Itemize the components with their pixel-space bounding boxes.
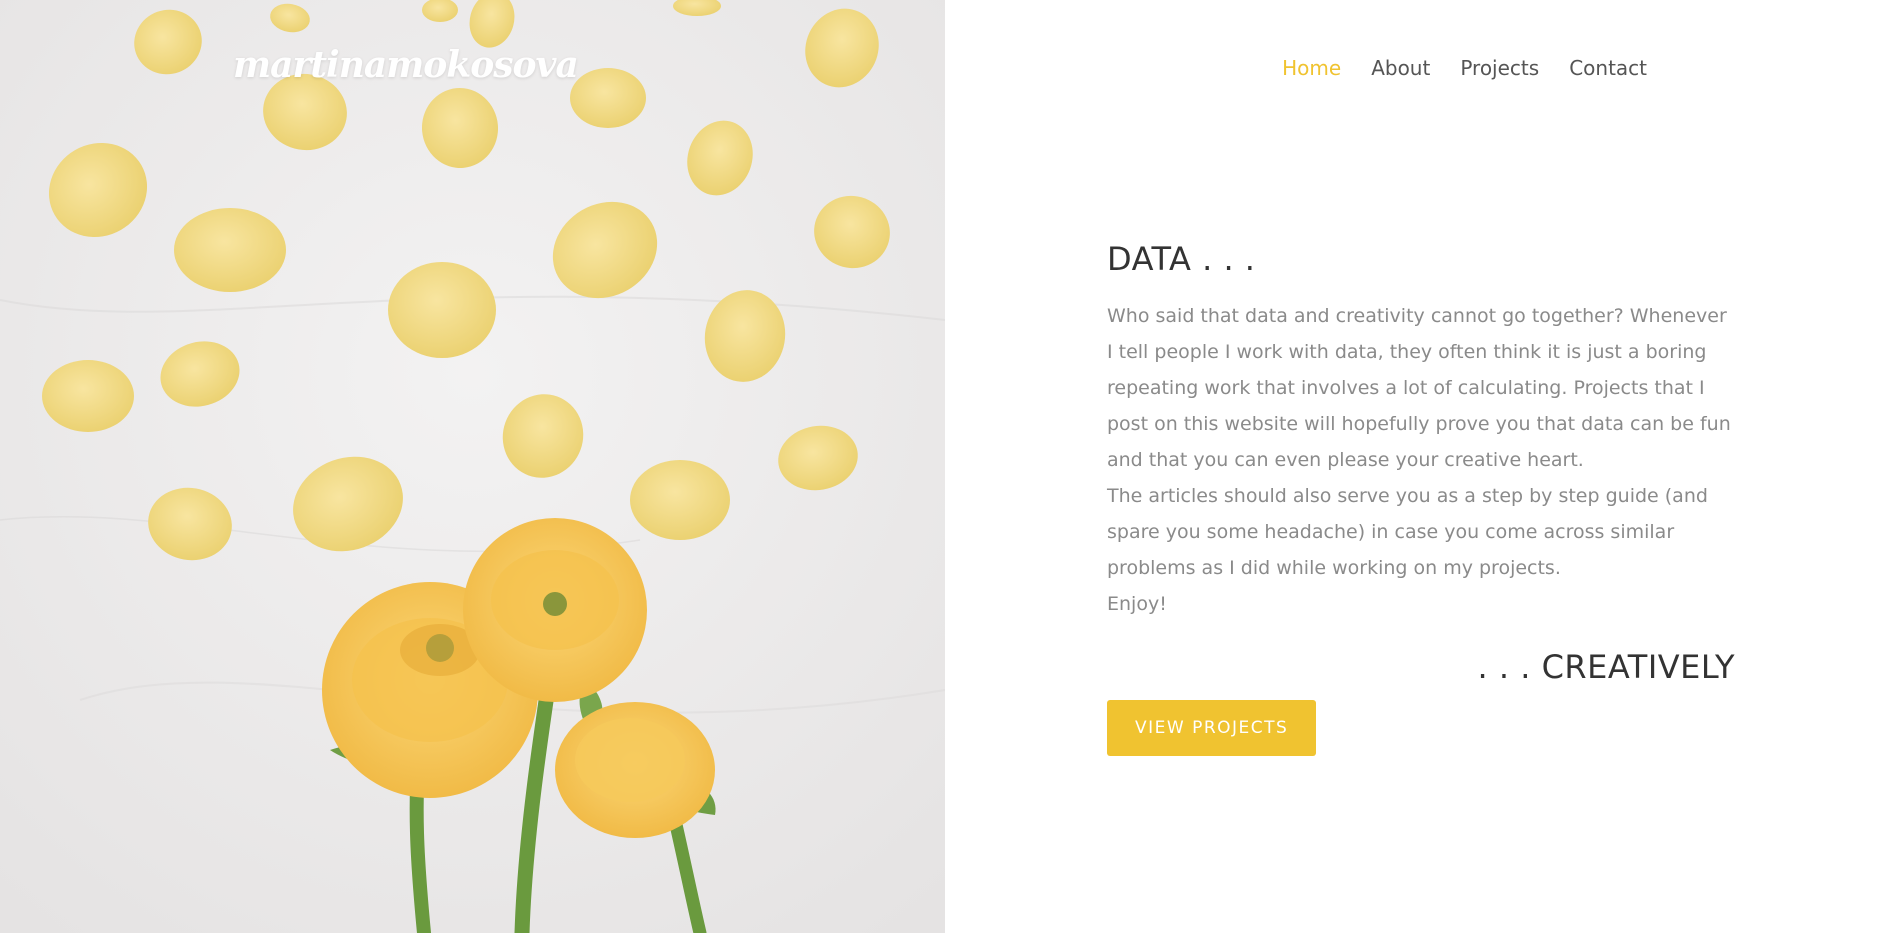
intro-text: Who said that data and creativity cannot… (1107, 298, 1735, 622)
nav-link-contact[interactable]: Contact (1569, 56, 1647, 80)
petal (570, 68, 646, 128)
intro-paragraph-2: The articles should also serve you as a … (1107, 485, 1708, 579)
petal (174, 208, 286, 292)
intro-paragraph-1: Who said that data and creativity cannot… (1107, 305, 1731, 471)
hero-content: DATA . . . Who said that data and creati… (1107, 240, 1735, 756)
main-nav: Home About Projects Contact (1282, 56, 1647, 80)
site-logo[interactable]: martinamokosova (233, 44, 579, 86)
hero-flowers-image (0, 0, 945, 933)
nav-link-about[interactable]: About (1371, 56, 1430, 80)
flower-middle (463, 518, 647, 702)
petal (388, 262, 496, 358)
petal (630, 460, 730, 540)
flower-right (555, 702, 715, 838)
petal (42, 360, 134, 432)
nav-link-home[interactable]: Home (1282, 56, 1341, 80)
view-projects-button[interactable]: VIEW PROJECTS (1107, 700, 1317, 756)
heading-data: DATA . . . (1107, 240, 1256, 278)
intro-paragraph-3: Enjoy! (1107, 593, 1167, 615)
heading-creatively: . . . CREATIVELY (1477, 648, 1735, 686)
page: martinamokosova Home About Projects Cont… (0, 0, 1890, 933)
nav-link-projects[interactable]: Projects (1460, 56, 1539, 80)
